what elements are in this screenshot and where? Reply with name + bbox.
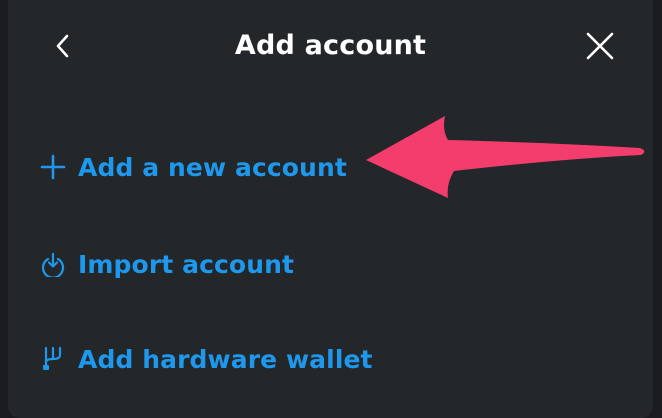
close-button[interactable] bbox=[580, 26, 620, 66]
import-account-button[interactable]: Import account bbox=[38, 240, 294, 288]
import-account-label: Import account bbox=[78, 249, 295, 279]
plus-icon bbox=[38, 152, 68, 182]
import-icon bbox=[38, 249, 68, 279]
hardware-wallet-icon bbox=[38, 344, 68, 374]
modal-header: Add account bbox=[8, 0, 653, 92]
close-icon bbox=[586, 32, 614, 60]
add-hardware-wallet-label: Add hardware wallet bbox=[78, 344, 373, 374]
screen: Add account Add a new account Import acc… bbox=[0, 0, 662, 418]
add-hardware-wallet-button[interactable]: Add hardware wallet bbox=[38, 335, 373, 383]
add-new-account-button[interactable]: Add a new account bbox=[38, 143, 347, 191]
add-new-account-label: Add a new account bbox=[78, 152, 347, 182]
modal-title: Add account bbox=[234, 30, 427, 61]
add-account-modal: Add account Add a new account Import acc… bbox=[8, 0, 653, 418]
